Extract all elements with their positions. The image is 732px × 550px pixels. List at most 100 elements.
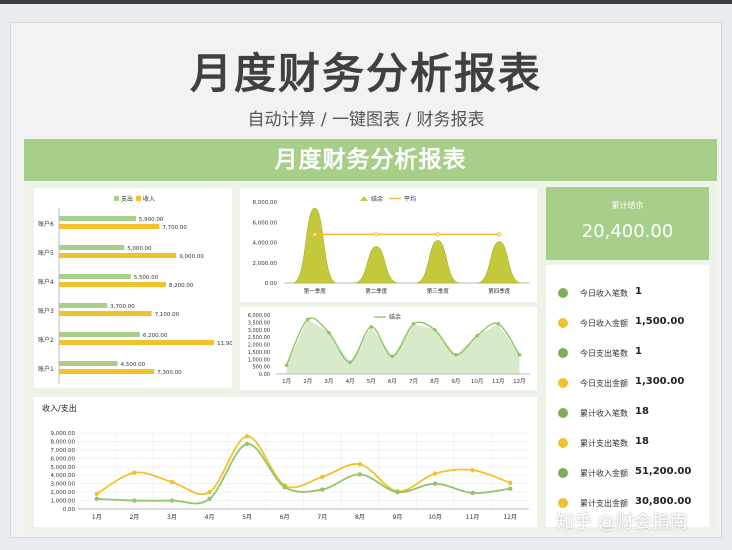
bar-income bbox=[59, 253, 177, 258]
data-point bbox=[470, 490, 475, 496]
stat-row: 累计收入笔数 18 bbox=[546, 404, 709, 434]
data-label: 6,200.00 bbox=[143, 333, 168, 339]
top-bar bbox=[0, 0, 732, 4]
y-tick-label: 6,000.00 bbox=[253, 220, 278, 226]
data-point bbox=[320, 474, 325, 480]
account-bar-chart-panel[interactable]: 支出 收入 账户6 5,900.00 7,700.00 账户5 5,000.00 9,000.… bbox=[34, 188, 246, 388]
document-icon bbox=[558, 408, 568, 418]
stat-row: 今日支出笔数 1 bbox=[546, 344, 709, 374]
data-label: 5,000.00 bbox=[127, 246, 152, 252]
category-label: 账户4 bbox=[38, 278, 54, 286]
data-point bbox=[132, 470, 137, 475]
category-label: 账户2 bbox=[38, 336, 54, 344]
page-subtitle: 自动计算 / 一键图表 / 财务报表 bbox=[247, 110, 485, 130]
peak-mark bbox=[477, 241, 522, 284]
chart-icon bbox=[558, 348, 568, 358]
x-tick-label: 1月 bbox=[282, 378, 291, 385]
bar-expense bbox=[59, 245, 125, 250]
x-tick-label: 7月 bbox=[317, 514, 327, 521]
data-point bbox=[432, 327, 437, 332]
report-title: 月度财务分析报表 bbox=[24, 139, 717, 181]
y-tick-label: 1,000.00 bbox=[248, 357, 270, 363]
average-point bbox=[497, 232, 502, 237]
x-tick-label: 9月 bbox=[393, 514, 403, 521]
balance-kpi-card[interactable]: 累计结余 20,400.00 bbox=[546, 187, 709, 260]
y-tick-label: 4,000.00 bbox=[51, 473, 76, 479]
x-tick-label: 8月 bbox=[355, 514, 365, 521]
data-point bbox=[357, 462, 363, 467]
stat-value: 18 bbox=[635, 436, 649, 447]
data-point bbox=[284, 363, 289, 367]
average-point bbox=[435, 232, 440, 237]
data-point bbox=[169, 479, 175, 485]
bar-expense bbox=[59, 361, 118, 366]
x-tick-label: 11月 bbox=[492, 378, 505, 385]
x-tick-label: 8月 bbox=[430, 378, 439, 385]
data-point bbox=[454, 353, 458, 357]
data-point bbox=[132, 498, 137, 503]
chart-title: 收入/支出 bbox=[42, 404, 77, 413]
category-label: 账户3 bbox=[38, 307, 54, 315]
category-label: 账户6 bbox=[38, 220, 54, 228]
data-point bbox=[369, 325, 374, 329]
data-point bbox=[327, 330, 331, 335]
bar-expense bbox=[59, 332, 140, 337]
quarter-area-chart: 8,000.00 6,000.00 4,000.00 2,000.00 0.00 第一季度… bbox=[253, 195, 530, 295]
x-tick-label: 3月 bbox=[167, 514, 177, 521]
stat-value: 1 bbox=[635, 286, 642, 297]
y-tick-label: 2,000.00 bbox=[253, 261, 278, 267]
quarter-area-chart-panel[interactable]: 8,000.00 6,000.00 4,000.00 2,000.00 0.00 第一季度… bbox=[240, 188, 537, 302]
stat-value: 1,300.00 bbox=[635, 376, 685, 387]
y-tick-label: 4,000.00 bbox=[253, 241, 278, 247]
data-point bbox=[244, 434, 250, 439]
data-point bbox=[496, 322, 501, 326]
kpi-label: 累计结余 bbox=[611, 201, 644, 210]
y-tick-label: 8,000.00 bbox=[51, 439, 76, 445]
legend-label: 收入 bbox=[143, 195, 155, 203]
data-label: 9,000.00 bbox=[179, 254, 204, 260]
data-label: 7,100.00 bbox=[155, 312, 180, 318]
x-tick-label: 第三季度 bbox=[427, 287, 450, 295]
y-tick-label: 8,000.00 bbox=[253, 200, 278, 206]
stat-row: 累计支出笔数 18 bbox=[546, 434, 709, 464]
y-tick-label: 2,000.00 bbox=[248, 343, 270, 349]
stat-value: 1 bbox=[635, 346, 642, 357]
data-point bbox=[169, 498, 175, 503]
x-tick-label: 6月 bbox=[388, 378, 397, 385]
y-tick-label: 9,000.00 bbox=[51, 431, 76, 437]
balance-line-chart-panel[interactable]: 6,000.00 3,500.00 3,000.00 2,500.00 2,000.00… bbox=[240, 307, 537, 390]
stat-row: 今日收入金额 1,500.00 bbox=[546, 314, 709, 344]
y-tick-label: 3,500.00 bbox=[248, 320, 270, 326]
x-tick-label: 11月 bbox=[466, 514, 480, 521]
data-label: 4,500.00 bbox=[121, 362, 146, 368]
x-tick-label: 5月 bbox=[367, 378, 376, 385]
stat-label: 累计支出笔数 bbox=[580, 439, 628, 448]
data-label: 3,700.00 bbox=[110, 304, 135, 310]
legend-label: 结余 bbox=[371, 195, 383, 203]
data-point bbox=[305, 317, 310, 322]
data-label: 8,200.00 bbox=[169, 283, 194, 289]
stat-row: 今日支出金额 1,300.00 bbox=[546, 374, 709, 404]
x-tick-label: 7月 bbox=[409, 378, 418, 385]
data-label: 5,900.00 bbox=[139, 217, 164, 223]
stats-list: 今日收入笔数 1 今日收入金额 1,500.00 今日支出笔数 1 今日支出金额… bbox=[546, 265, 709, 527]
y-tick-label: 500.00 bbox=[253, 365, 271, 371]
data-point bbox=[320, 487, 325, 492]
stat-label: 今日收入笔数 bbox=[580, 289, 628, 298]
income-expense-chart-panel[interactable]: 收入/支出 9,000.00 8,000.00 7,000.00 6,000.00 5,… bbox=[34, 397, 537, 527]
data-point bbox=[390, 354, 395, 359]
money-icon bbox=[558, 468, 568, 478]
bar-income bbox=[59, 340, 215, 345]
data-label: 5,500.00 bbox=[134, 275, 159, 281]
x-tick-label: 12月 bbox=[503, 514, 517, 521]
average-point bbox=[312, 232, 317, 237]
y-tick-label: 2,500.00 bbox=[248, 335, 270, 341]
data-point bbox=[94, 496, 99, 502]
data-point bbox=[282, 484, 287, 490]
income-expense-chart: 9,000.00 8,000.00 7,000.00 6,000.00 5,000.00… bbox=[51, 431, 529, 521]
data-label: 7,700.00 bbox=[162, 225, 187, 231]
stat-value: 51,200.00 bbox=[635, 466, 692, 477]
stat-label: 今日收入金额 bbox=[580, 319, 628, 328]
legend-label: 支出 bbox=[121, 195, 133, 203]
y-tick-label: 0.00 bbox=[63, 507, 76, 513]
